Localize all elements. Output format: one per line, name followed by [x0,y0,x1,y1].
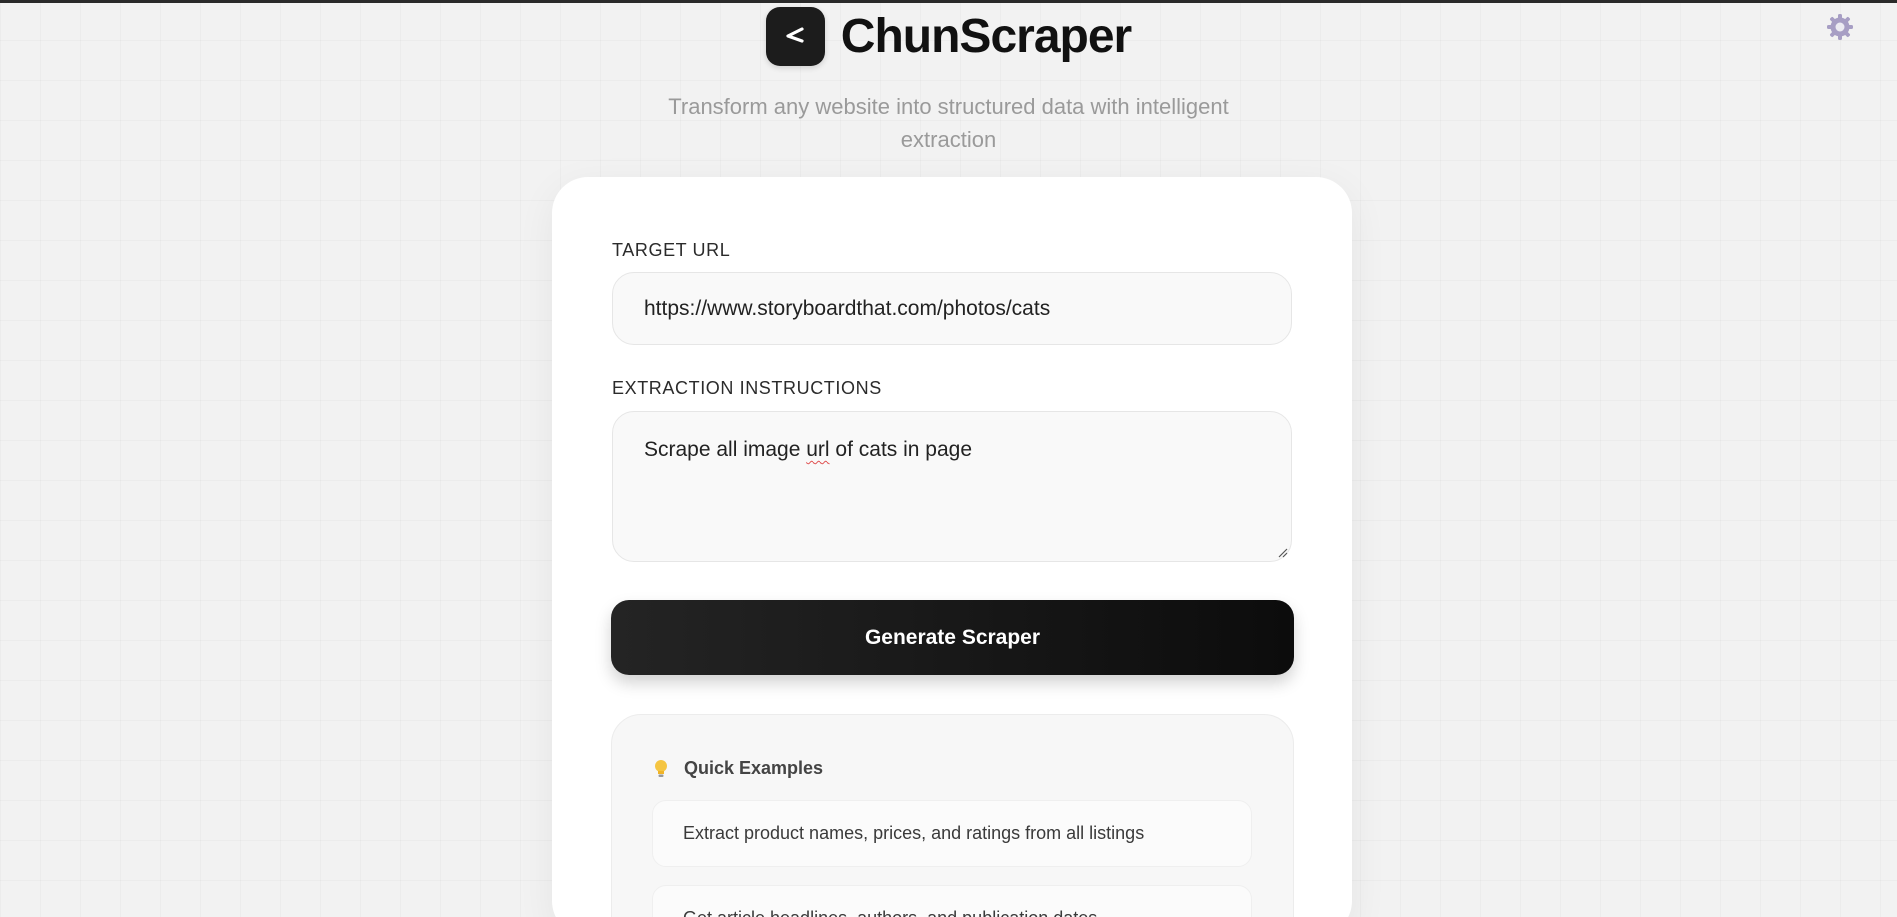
example-item[interactable]: Extract product names, prices, and ratin… [652,800,1252,867]
quick-examples-title: Quick Examples [684,758,824,778]
target-url-label: TARGET URL [612,240,731,260]
instructions-text-after: of cats in page [829,438,973,461]
quick-examples-heading: Quick Examples [652,758,823,779]
extraction-instructions-textarea[interactable]: Scrape all image url of cats in page [612,411,1292,562]
window-top-border [0,0,1897,3]
lightbulb-icon [655,759,667,777]
scraper-form-card: TARGET URL https://www.storyboardthat.co… [552,177,1352,917]
resize-handle-icon[interactable] [1278,548,1288,558]
example-item[interactable]: Get article headlines, authors, and publ… [652,885,1252,917]
instructions-misspelled-word: url [806,438,830,461]
app-subtitle: Transform any website into structured da… [0,90,1897,156]
extraction-instructions-label: EXTRACTION INSTRUCTIONS [612,378,882,398]
generate-scraper-button[interactable]: Generate Scraper [611,600,1294,675]
instructions-text-before: Scrape all image [644,438,807,461]
app-title: ChunScraper [840,10,1132,63]
app-header: ChunScraper [0,7,1897,66]
target-url-input[interactable]: https://www.storyboardthat.com/photos/ca… [612,272,1292,345]
chevron-left-icon [786,26,804,43]
app-logo [765,7,825,66]
target-url-value: https://www.storyboardthat.com/photos/ca… [644,296,1051,320]
app-subtitle-text: Transform any website into structured da… [668,94,1229,152]
quick-examples-panel: Quick Examples Extract product names, pr… [611,714,1294,917]
